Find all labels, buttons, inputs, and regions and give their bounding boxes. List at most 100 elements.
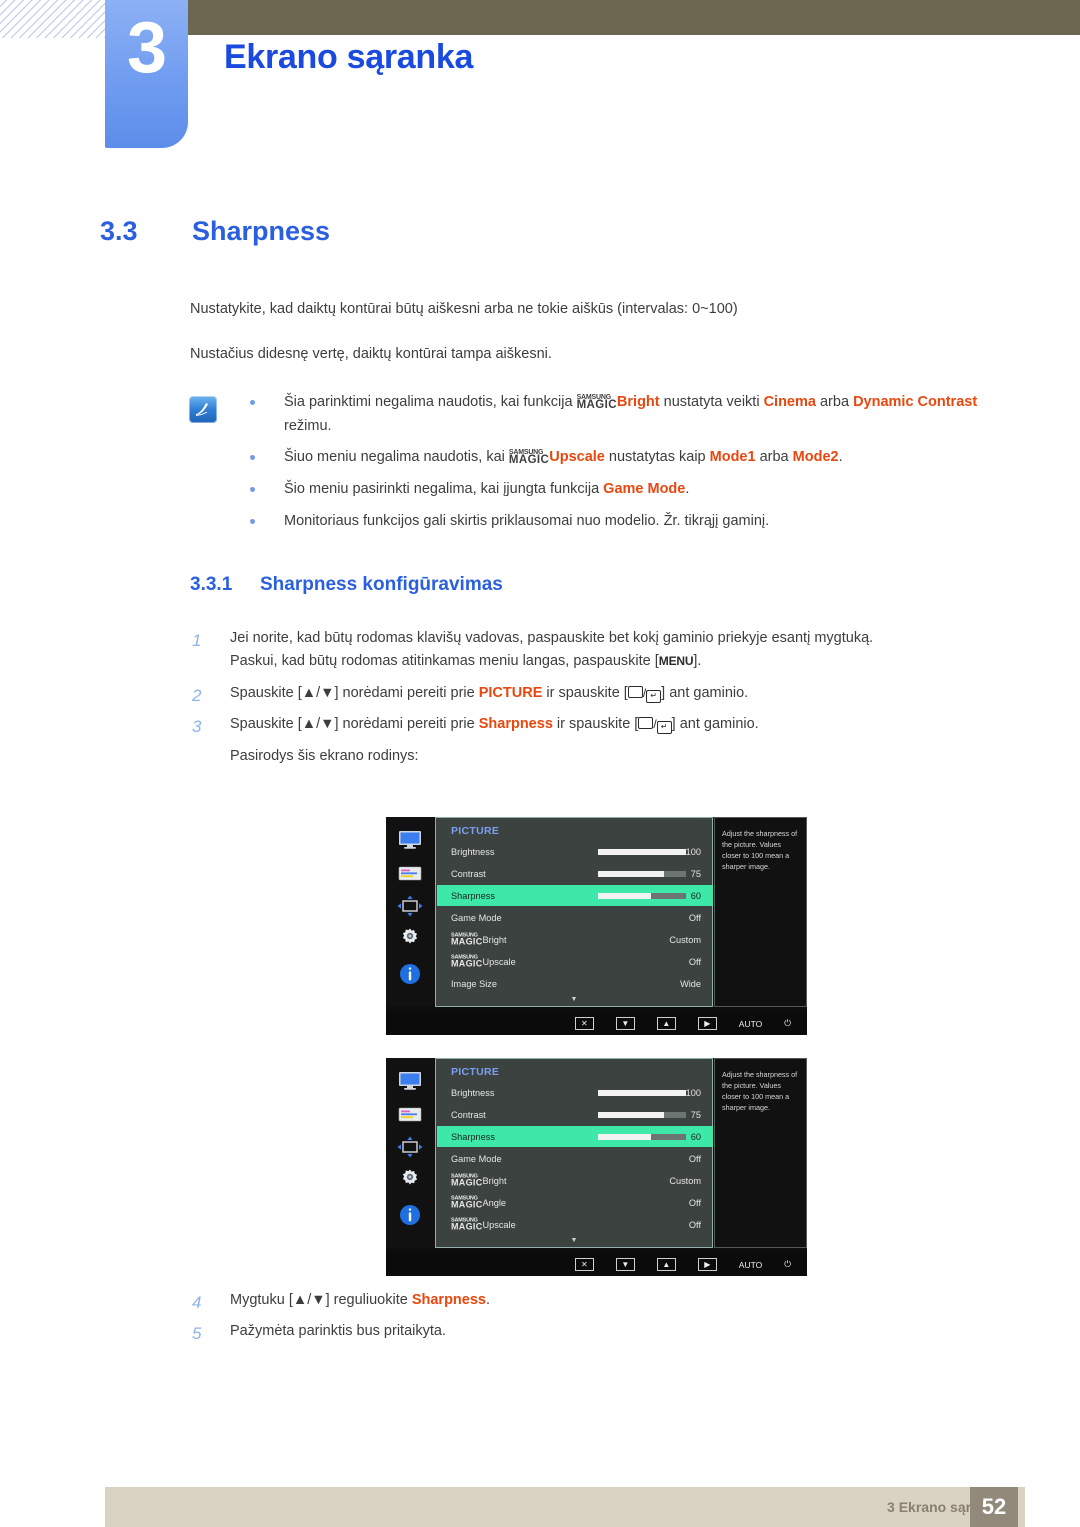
row-slider[interactable] (598, 1111, 686, 1118)
row-label: SAMSUNG MAGIC Upscale (451, 954, 516, 969)
enter-key-icon-2: ↵ (656, 721, 672, 735)
osd-2-row-magicupscale[interactable]: SAMSUNG MAGIC Upscale Off (437, 1214, 713, 1235)
enter-button[interactable]: ▶ (697, 1258, 717, 1271)
power-button[interactable]: ⏻ (784, 1018, 791, 1029)
osd-2-row-gamemode[interactable]: Game Mode Off (437, 1148, 713, 1169)
screen-adjust-icon[interactable] (386, 1132, 433, 1162)
step-3-highlight: Sharpness (478, 716, 553, 733)
close-button[interactable]: ✕ (574, 1258, 594, 1271)
close-button[interactable]: ✕ (574, 1017, 594, 1030)
return-box-icon (627, 685, 643, 698)
info-icon[interactable] (386, 1200, 433, 1230)
step-4-post: . (486, 1292, 491, 1308)
chapter-title: Ekrano sąranka (224, 38, 474, 76)
step-2-post: ] ant gaminio. (661, 684, 749, 701)
osd-1-row-brightness[interactable]: Brightness 100 (437, 841, 713, 862)
note-bullet-1: Šia parinktimi negalima naudotis, kai fu… (243, 391, 1003, 438)
osd-screenshot-2: PICTURE Brightness 100 Contrast 75 Sharp… (386, 1058, 807, 1276)
osd-1-row-gamemode[interactable]: Game Mode Off (437, 907, 713, 928)
up-button[interactable]: ▲ (656, 1017, 676, 1030)
osd-1-row-magicbright[interactable]: SAMSUNG MAGIC Bright Custom (437, 929, 713, 950)
step-4-number: 4 (192, 1293, 202, 1312)
row-label: Contrast (451, 868, 486, 879)
osd-2-row-sharpness[interactable]: Sharpness 60 (437, 1126, 713, 1147)
bullet-3-hl1: Game Mode (603, 480, 686, 497)
up-button[interactable]: ▲ (656, 1258, 676, 1271)
row-slider[interactable] (598, 870, 686, 877)
row-slider[interactable] (598, 1133, 686, 1140)
bullet-1-post: režimu. (284, 417, 332, 434)
osd-2-row-brightness[interactable]: Brightness 100 (437, 1082, 713, 1103)
step-4: 4 Mygtuku [▲/▼] reguliuokite Sharpness. (190, 1289, 1020, 1312)
osd-2-menu-panel: PICTURE Brightness 100 Contrast 75 Sharp… (435, 1058, 713, 1248)
monitor-icon[interactable] (386, 1066, 433, 1096)
picture-icon[interactable] (386, 859, 433, 889)
osd-1-row-sharpness[interactable]: Sharpness 60 (437, 885, 713, 906)
bullet-2-magic-suffix: Upscale (549, 449, 605, 466)
row-value: Custom (669, 934, 701, 945)
row-slider[interactable] (598, 892, 686, 899)
row-label: Game Mode (451, 912, 502, 923)
row-slider[interactable] (598, 848, 686, 855)
row-label: SAMSUNG MAGIC Upscale (451, 1217, 516, 1232)
auto-button[interactable]: AUTO (739, 1019, 762, 1029)
osd-1-row-imagesize[interactable]: Image Size Wide (437, 973, 713, 994)
magic-suffix: Angle (482, 1197, 507, 1208)
gear-icon[interactable] (386, 1164, 433, 1194)
step-3-number: 3 (192, 717, 202, 737)
osd-screenshot-1: PICTURE Brightness 100 Contrast 75 Sharp… (386, 817, 807, 1035)
down-button[interactable]: ▼ (615, 1258, 635, 1271)
row-value: Off (688, 1153, 701, 1164)
monitor-icon[interactable] (386, 825, 433, 855)
note-bullet-list: Šia parinktimi negalima naudotis, kai fu… (243, 391, 1003, 541)
row-label: SAMSUNG MAGIC Bright (451, 932, 507, 947)
osd-2-row-contrast[interactable]: Contrast 75 (437, 1104, 713, 1125)
samsung-magic-mark: SAMSUNG MAGIC (451, 1173, 483, 1188)
page-number-badge: 52 (970, 1487, 1018, 1527)
scroll-down-caret-icon[interactable]: ▼ (571, 996, 578, 1003)
row-value: 60 (690, 890, 701, 901)
bullet-4-pre: Monitoriaus funkcijos gali skirtis prikl… (284, 512, 770, 529)
bullet-1-mid: nustatyta veikti (659, 394, 764, 410)
bullet-2-pre: Šiuo meniu negalima naudotis, kai (284, 449, 509, 466)
step-4-pre: Mygtuku [▲/▼] reguliuokite (230, 1292, 412, 1308)
power-button[interactable]: ⏻ (784, 1259, 791, 1270)
magic-bottom: MAGIC (451, 1221, 483, 1232)
gear-icon[interactable] (386, 923, 433, 953)
bullet-1-magic-suffix: Bright (616, 394, 660, 410)
samsung-magic-mark-1: SAMSUNG MAGIC (577, 394, 617, 412)
note-bullet-3: Šio meniu pasirinkti negalima, kai įjung… (243, 478, 1003, 502)
procedure-steps: 1 Jei norite, kad būtų rodomas klavišų v… (190, 627, 1020, 768)
return-box-icon-2 (638, 717, 654, 730)
magic-bottom: MAGIC (451, 1199, 483, 1210)
enter-button[interactable]: ▶ (697, 1017, 717, 1030)
osd-1-row-magicupscale[interactable]: SAMSUNG MAGIC Upscale Off (437, 951, 713, 972)
screen-adjust-icon[interactable] (386, 891, 433, 921)
picture-icon[interactable] (386, 1100, 433, 1130)
step-1-line1: Jei norite, kad būtų rodomas klavišų vad… (230, 630, 874, 646)
note-bullet-4: Monitoriaus funkcijos gali skirtis prikl… (243, 510, 1003, 534)
osd-2-row-magicangle[interactable]: SAMSUNG MAGIC Angle Off (437, 1192, 713, 1213)
row-value: 75 (690, 1109, 701, 1120)
auto-button[interactable]: AUTO (739, 1260, 762, 1270)
chapter-tab: 3 (105, 0, 188, 148)
osd-1-body: PICTURE Brightness 100 Contrast 75 Sharp… (386, 817, 807, 1007)
row-value: 75 (690, 868, 701, 879)
bullet-2-hl1: Mode1 (709, 449, 756, 466)
step-5: 5 Pažymėta parinktis bus pritaikyta. (190, 1320, 1020, 1343)
magic-suffix: Upscale (482, 1219, 516, 1230)
bullet-2-post: . (838, 449, 843, 466)
info-icon[interactable] (386, 959, 433, 989)
row-label: Sharpness (451, 890, 495, 901)
step-3-post: ] ant gaminio. (671, 716, 759, 733)
osd-1-icon-rail (386, 817, 433, 1007)
samsung-magic-mark: SAMSUNG MAGIC (451, 1195, 483, 1210)
osd-2-icon-rail (386, 1058, 433, 1248)
osd-2-row-magicbright[interactable]: SAMSUNG MAGIC Bright Custom (437, 1170, 713, 1191)
osd-1-menu-panel: PICTURE Brightness 100 Contrast 75 Sharp… (435, 817, 713, 1007)
osd-1-row-contrast[interactable]: Contrast 75 (437, 863, 713, 884)
scroll-down-caret-icon[interactable]: ▼ (571, 1237, 578, 1244)
row-slider[interactable] (598, 1089, 686, 1096)
down-button[interactable]: ▼ (615, 1017, 635, 1030)
note-pen-icon (189, 396, 217, 423)
